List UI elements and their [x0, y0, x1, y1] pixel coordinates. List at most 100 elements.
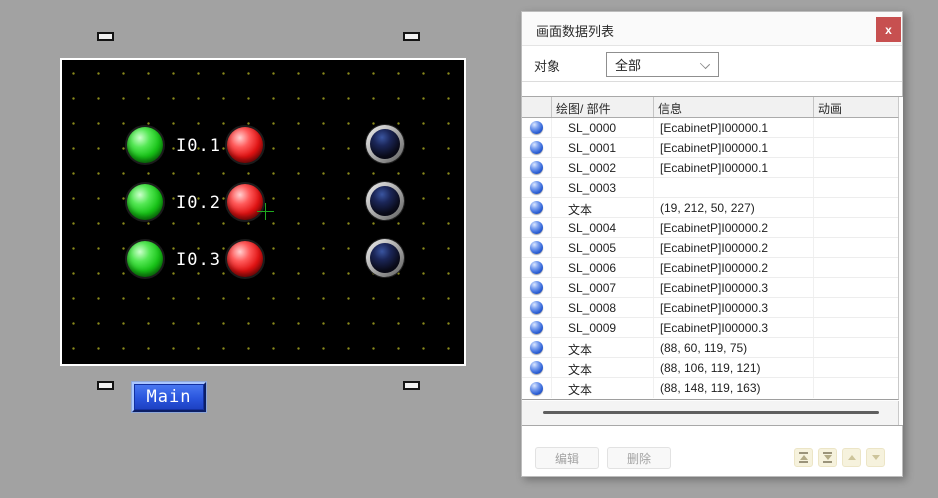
row-info-cell: (88, 148, 119, 163): [653, 378, 813, 398]
row-anim-cell: [813, 198, 898, 217]
row-anim-cell: [813, 138, 898, 157]
row-info-cell: [EcabinetP]I00000.3: [653, 278, 813, 297]
row-icon-cell: [522, 238, 551, 257]
row-info-cell: [EcabinetP]I00000.2: [653, 218, 813, 237]
move-to-bottom-button[interactable]: [818, 448, 837, 467]
row-anim-cell: [813, 358, 898, 377]
header-icon-col: [522, 97, 551, 117]
row-icon-cell: [522, 118, 551, 137]
selection-handle-top-right[interactable]: [403, 32, 420, 41]
main-screen-button[interactable]: Main: [132, 382, 206, 412]
row-info-cell: [EcabinetP]I00000.2: [653, 258, 813, 277]
table-row[interactable]: SL_0005[EcabinetP]I00000.2: [522, 238, 898, 258]
table-row[interactable]: SL_0006[EcabinetP]I00000.2: [522, 258, 898, 278]
dark-lamp-icon[interactable]: [366, 239, 404, 277]
horizontal-scrollbar[interactable]: [522, 401, 899, 425]
sphere-icon: [530, 221, 543, 234]
edit-button[interactable]: 编辑: [535, 447, 599, 469]
row-info-cell: (88, 60, 119, 75): [653, 338, 813, 357]
chevron-down-icon: [700, 59, 710, 69]
row-icon-cell: [522, 218, 551, 237]
row-anim-cell: [813, 298, 898, 317]
dropdown-value: 全部: [615, 55, 641, 74]
sphere-icon: [530, 161, 543, 174]
table-row[interactable]: SL_0008[EcabinetP]I00000.3: [522, 298, 898, 318]
green-lamp-icon[interactable]: [127, 241, 163, 277]
sphere-icon: [530, 261, 543, 274]
table-row[interactable]: SL_0007[EcabinetP]I00000.3: [522, 278, 898, 298]
table-row[interactable]: 文本(88, 60, 119, 75): [522, 338, 898, 358]
row-anim-cell: [813, 158, 898, 177]
row-anim-cell: [813, 238, 898, 257]
sphere-icon: [530, 301, 543, 314]
row-info-cell: [EcabinetP]I00000.1: [653, 158, 813, 177]
sphere-icon: [530, 341, 543, 354]
filter-row: 对象 全部: [522, 47, 902, 82]
row-info-cell: [EcabinetP]I00000.3: [653, 298, 813, 317]
lamp-lens: [370, 186, 400, 216]
sphere-icon: [530, 382, 543, 395]
lamp-lens: [370, 129, 400, 159]
close-button[interactable]: x: [876, 17, 901, 42]
selection-handle-bottom-left[interactable]: [97, 381, 114, 390]
indicator-row-3: I0.3: [62, 241, 464, 279]
row-icon-cell: [522, 138, 551, 157]
data-table: 绘图/ 部件 信息 动画 SL_0000[EcabinetP]I00000.1S…: [522, 96, 903, 426]
row-info-cell: [EcabinetP]I00000.1: [653, 118, 813, 137]
table-row[interactable]: SL_0002[EcabinetP]I00000.1: [522, 158, 898, 178]
table-row[interactable]: SL_0004[EcabinetP]I00000.2: [522, 218, 898, 238]
selection-handle-bottom-right[interactable]: [403, 381, 420, 390]
row-name-cell: SL_0003: [551, 178, 653, 197]
indicator-row-1: I0.1: [62, 127, 464, 165]
io-label: I0.3: [176, 250, 221, 270]
table-row[interactable]: 文本(88, 106, 119, 121): [522, 358, 898, 378]
selection-handle-top-left[interactable]: [97, 32, 114, 41]
delete-button[interactable]: 删除: [607, 447, 671, 469]
sphere-icon: [530, 321, 543, 334]
screen-data-list-panel: 画面数据列表 x 对象 全部 绘图/ 部件 信息 动画 SL_0000[Ecab…: [521, 11, 903, 477]
red-lamp-icon[interactable]: [227, 127, 263, 163]
sphere-icon: [530, 281, 543, 294]
table-row[interactable]: SL_0000[EcabinetP]I00000.1: [522, 118, 898, 138]
sphere-icon: [530, 141, 543, 154]
row-info-cell: [EcabinetP]I00000.2: [653, 238, 813, 257]
table-row[interactable]: SL_0001[EcabinetP]I00000.1: [522, 138, 898, 158]
header-anim-col: 动画: [813, 97, 898, 117]
sphere-icon: [530, 181, 543, 194]
row-name-cell: 文本: [551, 358, 653, 377]
red-lamp-icon[interactable]: [227, 241, 263, 277]
row-icon-cell: [522, 278, 551, 297]
panel-titlebar[interactable]: 画面数据列表 x: [522, 12, 902, 46]
green-lamp-icon[interactable]: [127, 127, 163, 163]
hmi-screen-canvas[interactable]: I0.1 I0.2 I0.3 Main: [60, 58, 466, 366]
move-up-button[interactable]: [842, 448, 861, 467]
dark-lamp-icon[interactable]: [366, 125, 404, 163]
move-to-top-button[interactable]: [794, 448, 813, 467]
row-anim-cell: [813, 278, 898, 297]
row-name-cell: 文本: [551, 198, 653, 217]
row-icon-cell: [522, 198, 551, 217]
move-to-top-icon: [799, 452, 808, 454]
move-down-button[interactable]: [866, 448, 885, 467]
row-name-cell: SL_0009: [551, 318, 653, 337]
dark-lamp-icon[interactable]: [366, 182, 404, 220]
object-filter-dropdown[interactable]: 全部: [606, 52, 719, 77]
row-icon-cell: [522, 298, 551, 317]
sphere-icon: [530, 361, 543, 374]
table-row[interactable]: 文本(19, 212, 50, 227): [522, 198, 898, 218]
row-info-cell: [653, 178, 813, 197]
scrollbar-thumb[interactable]: [543, 411, 879, 414]
sphere-icon: [530, 201, 543, 214]
row-icon-cell: [522, 258, 551, 277]
row-info-cell: (19, 212, 50, 227): [653, 198, 813, 217]
table-row[interactable]: SL_0003: [522, 178, 898, 198]
row-name-cell: SL_0008: [551, 298, 653, 317]
row-info-cell: [EcabinetP]I00000.1: [653, 138, 813, 157]
table-row[interactable]: SL_0009[EcabinetP]I00000.3: [522, 318, 898, 338]
crosshair-cursor-icon: [257, 203, 274, 220]
table-row[interactable]: 文本(88, 148, 119, 163): [522, 378, 898, 398]
green-lamp-icon[interactable]: [127, 184, 163, 220]
sphere-icon: [530, 121, 543, 134]
table-header-row: 绘图/ 部件 信息 动画: [522, 97, 899, 118]
row-name-cell: 文本: [551, 338, 653, 357]
